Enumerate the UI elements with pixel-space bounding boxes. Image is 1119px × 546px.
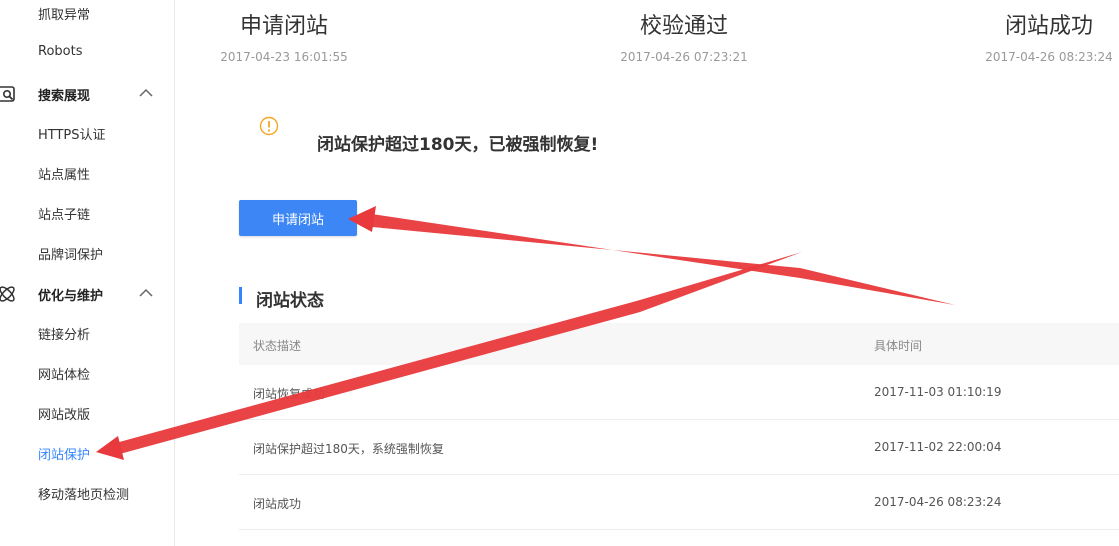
notice-message: 闭站保护超过180天，已被强制恢复! bbox=[317, 135, 599, 155]
sidebar-item-site-properties[interactable]: 站点属性 bbox=[38, 164, 90, 183]
sidebar-item-close-protection[interactable]: 闭站保护 bbox=[38, 444, 90, 463]
step-title: 申请闭站 bbox=[239, 14, 328, 39]
sidebar-item-brand-protection[interactable]: 品牌词保护 bbox=[38, 244, 103, 263]
apply-close-button[interactable]: 申请闭站 bbox=[239, 200, 357, 236]
row-time: 2017-04-26 08:23:24 bbox=[874, 495, 1002, 509]
row-time: 2017-11-02 22:00:04 bbox=[874, 440, 1002, 454]
sidebar-item-sitelinks[interactable]: 站点子链 bbox=[38, 204, 90, 223]
sidebar-group-label: 搜索展现 bbox=[38, 89, 91, 104]
table-row: 闭站恢复成功 2017-11-03 01:10:19 bbox=[239, 365, 1119, 420]
column-header-description: 状态描述 bbox=[253, 339, 302, 353]
status-table: 状态描述 具体时间 闭站恢复成功 2017-11-03 01:10:19 闭站保… bbox=[239, 323, 1119, 530]
sidebar-item-link-analysis[interactable]: 链接分析 bbox=[38, 324, 90, 343]
warning-circle-icon bbox=[259, 116, 279, 136]
sidebar-group-label: 优化与维护 bbox=[38, 289, 104, 304]
chevron-up-icon[interactable] bbox=[137, 84, 155, 102]
chevron-up-icon[interactable] bbox=[137, 284, 155, 302]
section-title-bar bbox=[239, 287, 242, 304]
row-description: 闭站保护超过180天，系统强制恢复 bbox=[253, 442, 444, 456]
sidebar-item-robots[interactable]: Robots bbox=[38, 44, 82, 59]
step-title: 校验通过 bbox=[639, 14, 728, 39]
column-header-time: 具体时间 bbox=[874, 339, 923, 353]
sidebar-item-site-checkup[interactable]: 网站体检 bbox=[38, 364, 90, 383]
table-row: 闭站保护超过180天，系统强制恢复 2017-11-02 22:00:04 bbox=[239, 420, 1119, 475]
section-title-text: 闭站状态 bbox=[256, 291, 324, 311]
row-description: 闭站成功 bbox=[253, 497, 302, 511]
sidebar-group-search-display[interactable]: 搜索展现 bbox=[0, 83, 174, 105]
step-title: 闭站成功 bbox=[1004, 14, 1093, 39]
sidebar-item-https[interactable]: HTTPS认证 bbox=[38, 124, 106, 143]
step-time: 2017-04-23 16:01:55 bbox=[220, 50, 348, 64]
table-header: 状态描述 具体时间 bbox=[239, 323, 1119, 365]
sidebar-item-site-revision[interactable]: 网站改版 bbox=[38, 404, 90, 423]
sidebar: 抓取异常 Robots 搜索展现 HTTPS认证 站点属性 站点子链 品牌词保护… bbox=[0, 0, 175, 546]
row-description: 闭站恢复成功 bbox=[253, 387, 326, 401]
step-success: 闭站成功 2017-04-26 08:23:24 bbox=[939, 8, 1119, 64]
optimize-atom-icon bbox=[0, 286, 15, 302]
step-verified: 校验通过 2017-04-26 07:23:21 bbox=[574, 8, 794, 64]
sidebar-group-optimize[interactable]: 优化与维护 bbox=[0, 283, 174, 305]
sidebar-item-crawl-errors[interactable]: 抓取异常 bbox=[38, 4, 90, 23]
table-row: 闭站成功 2017-04-26 08:23:24 bbox=[239, 475, 1119, 530]
search-display-icon bbox=[0, 86, 15, 102]
step-time: 2017-04-26 08:23:24 bbox=[985, 50, 1113, 64]
step-time: 2017-04-26 07:23:21 bbox=[620, 50, 748, 64]
step-apply: 申请闭站 2017-04-23 16:01:55 bbox=[174, 8, 394, 64]
row-time: 2017-11-03 01:10:19 bbox=[874, 385, 1002, 399]
main-content: 申请闭站 2017-04-23 16:01:55 校验通过 2017-04-26… bbox=[175, 0, 1119, 546]
sidebar-item-mobile-landing-check[interactable]: 移动落地页检测 bbox=[38, 484, 129, 503]
